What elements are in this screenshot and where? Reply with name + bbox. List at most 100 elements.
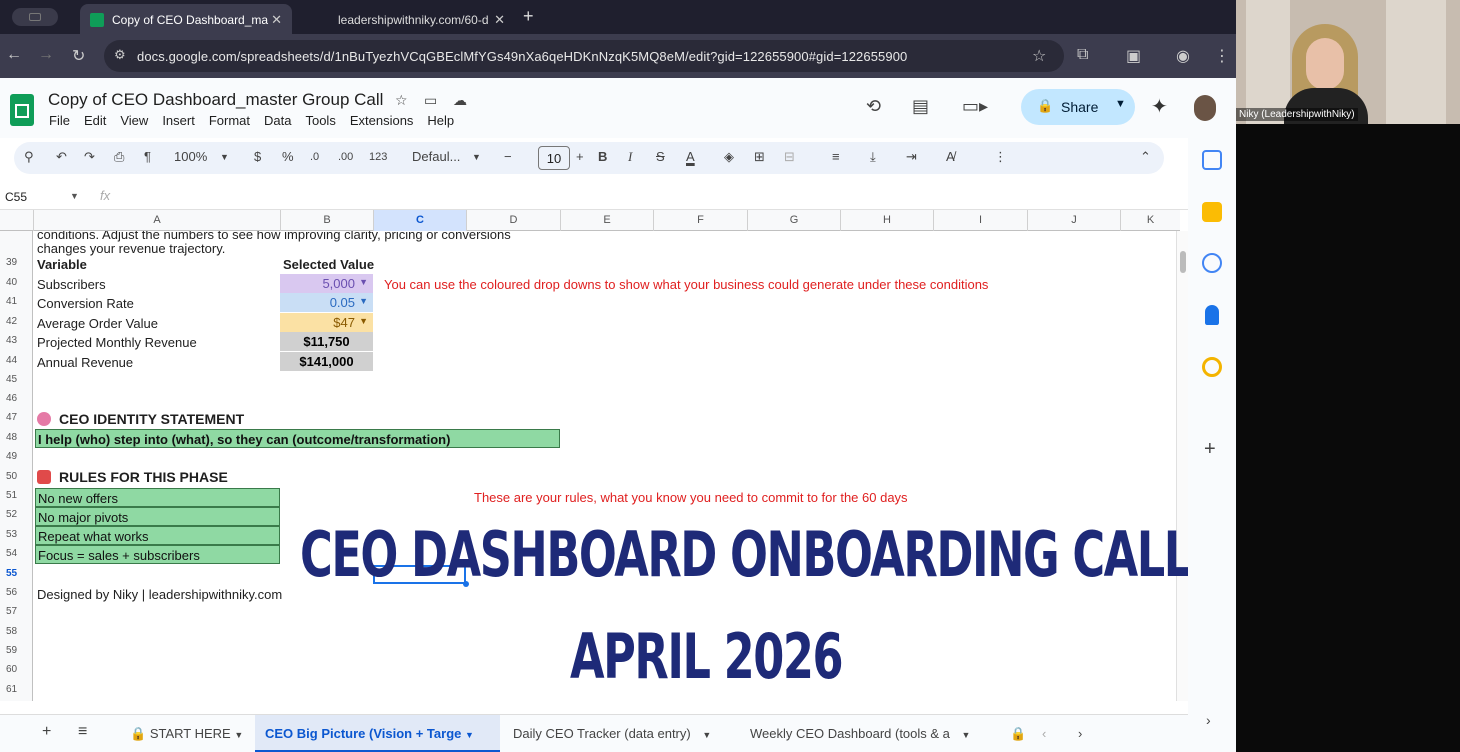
row-header[interactable]: 57 — [0, 606, 32, 617]
column-header[interactable]: E — [560, 210, 653, 231]
close-tab-icon[interactable]: ✕ — [271, 12, 282, 28]
dropdown-arrow-icon[interactable]: ▼ — [359, 316, 368, 326]
keep-icon[interactable] — [1202, 202, 1222, 222]
row-header[interactable]: 55 — [0, 568, 32, 579]
row-header[interactable]: 39 — [0, 257, 32, 268]
font-select[interactable]: Defaul... — [412, 149, 460, 164]
menu-tools[interactable]: Tools — [305, 113, 335, 128]
all-sheets-icon[interactable]: ≡ — [78, 715, 87, 752]
paint-format-icon[interactable]: ¶ — [144, 149, 151, 164]
row-header[interactable]: 61 — [0, 684, 32, 695]
menu-file[interactable]: File — [49, 113, 70, 128]
move-folder-icon[interactable]: ▭ — [424, 92, 437, 109]
browser-tab-sheet[interactable]: Copy of CEO Dashboard_ma ✕ — [80, 4, 292, 34]
print-icon[interactable]: ⎙ — [114, 149, 124, 165]
version-history-icon[interactable]: ⟲ — [866, 96, 881, 117]
close-tab-icon[interactable]: ✕ — [494, 12, 505, 28]
cloud-status-icon[interactable]: ☁ — [453, 92, 467, 109]
more-formats-button[interactable]: 123 — [369, 151, 387, 163]
rule-cell[interactable]: No new offers — [35, 488, 280, 507]
name-box-dropdown-icon[interactable]: ▼ — [70, 191, 79, 201]
avatar[interactable] — [1194, 95, 1216, 121]
share-button[interactable]: 🔒 Share ▼ — [1021, 89, 1135, 125]
annual-revenue-cell[interactable]: $141,000 — [280, 352, 373, 371]
star-icon[interactable]: ☆ — [395, 92, 408, 109]
share-dropdown-icon[interactable]: ▼ — [1115, 98, 1126, 110]
browser-tab-website[interactable]: leadershipwithniky.com/60-d ✕ — [300, 4, 515, 34]
subscribers-dropdown[interactable]: 5,000 ▼ — [280, 274, 373, 293]
hide-menus-icon[interactable]: ⌃ — [1140, 149, 1151, 165]
row-header[interactable]: 58 — [0, 626, 32, 637]
tab-search-button[interactable] — [12, 8, 58, 26]
back-icon[interactable]: ← — [6, 46, 22, 64]
menu-view[interactable]: View — [120, 113, 148, 128]
strikethrough-button[interactable]: S — [656, 149, 665, 164]
address-bar[interactable]: ⚙ docs.google.com/spreadsheets/d/1nBuTye… — [104, 40, 1064, 72]
row-header[interactable]: 40 — [0, 277, 32, 288]
tab-dropdown-icon[interactable]: ▼ — [234, 730, 243, 740]
sheet-tab[interactable]: Weekly CEO Dashboard (tools & a ▼ — [750, 715, 970, 752]
show-side-panel-icon[interactable]: › — [1206, 712, 1211, 728]
more-options-icon[interactable]: ⋮ — [994, 149, 1007, 165]
column-header[interactable]: I — [933, 210, 1027, 231]
tab-dropdown-icon[interactable]: ▼ — [962, 730, 971, 740]
zoom-dropdown-icon[interactable]: ▼ — [220, 152, 229, 162]
dropdown-arrow-icon[interactable]: ▼ — [359, 296, 368, 306]
row-header[interactable]: 46 — [0, 393, 32, 404]
row-header[interactable]: 50 — [0, 471, 32, 482]
bookmark-star-icon[interactable]: ☆ — [1032, 46, 1046, 66]
row-header[interactable]: 47 — [0, 412, 32, 423]
column-header[interactable]: J — [1027, 210, 1120, 231]
get-addons-icon[interactable]: + — [1204, 438, 1216, 461]
increase-decimal-button[interactable]: .00 — [338, 151, 353, 163]
currency-format-button[interactable]: $ — [254, 149, 261, 164]
dropdown-arrow-icon[interactable]: ▼ — [359, 277, 368, 287]
row-header[interactable]: 42 — [0, 316, 32, 327]
fill-color-icon[interactable]: ◈ — [724, 149, 734, 165]
extensions-icon[interactable]: ⧉ — [1077, 46, 1088, 64]
meet-icon[interactable]: ▭▸ — [962, 96, 988, 117]
contacts-icon[interactable] — [1205, 305, 1219, 325]
row-header[interactable]: 51 — [0, 490, 32, 501]
row-header[interactable]: 43 — [0, 335, 32, 346]
row-header[interactable]: 53 — [0, 529, 32, 540]
text-rotation-icon[interactable]: A̸ — [946, 149, 955, 164]
row-header[interactable]: 56 — [0, 587, 32, 598]
text-wrap-icon[interactable]: ⇥ — [906, 149, 917, 165]
bold-button[interactable]: B — [598, 149, 607, 164]
tasks-icon[interactable] — [1202, 253, 1222, 273]
monthly-revenue-cell[interactable]: $11,750 — [280, 332, 373, 351]
sheet-tab[interactable]: Daily CEO Tracker (data entry) ▼ — [513, 715, 711, 752]
increase-font-size-icon[interactable]: + — [576, 149, 584, 164]
menu-help[interactable]: Help — [427, 113, 454, 128]
document-title[interactable]: Copy of CEO Dashboard_master Group Call — [48, 90, 383, 110]
column-header[interactable]: G — [747, 210, 840, 231]
row-header[interactable]: 60 — [0, 664, 32, 675]
conversion-rate-dropdown[interactable]: 0.05 ▼ — [280, 293, 373, 312]
text-color-button[interactable]: A — [686, 149, 695, 164]
column-header[interactable]: A — [33, 210, 280, 231]
row-header[interactable]: 41 — [0, 296, 32, 307]
menu-insert[interactable]: Insert — [162, 113, 195, 128]
tab-dropdown-icon[interactable]: ▼ — [465, 730, 474, 740]
scroll-tabs-right-icon[interactable]: › — [1078, 715, 1082, 752]
comments-icon[interactable]: ▤ — [912, 96, 929, 117]
menu-edit[interactable]: Edit — [84, 113, 106, 128]
gemini-icon[interactable]: ✦ — [1151, 94, 1168, 119]
add-sheet-icon[interactable]: + — [42, 715, 51, 752]
calendar-icon[interactable] — [1202, 150, 1222, 170]
vertical-scrollbar[interactable] — [1176, 231, 1188, 701]
font-size-input[interactable]: 10 — [538, 146, 570, 170]
decrease-decimal-button[interactable]: .0 — [310, 151, 319, 163]
scrollbar-thumb[interactable] — [1180, 251, 1186, 273]
column-header[interactable]: K — [1120, 210, 1180, 231]
merge-cells-icon[interactable]: ⊟ — [784, 149, 795, 165]
column-header[interactable]: D — [466, 210, 560, 231]
order-value-dropdown[interactable]: $47 ▼ — [280, 313, 373, 332]
row-header[interactable]: 59 — [0, 645, 32, 656]
undo-icon[interactable]: ↶ — [56, 149, 67, 165]
browser-menu-icon[interactable]: ⋮ — [1214, 46, 1230, 66]
sheet-tab[interactable]: CEO Big Picture (Vision + Targe ▼ — [255, 715, 500, 752]
scroll-tabs-left-icon[interactable]: ‹ — [1042, 715, 1046, 752]
row-header[interactable]: 49 — [0, 451, 32, 462]
